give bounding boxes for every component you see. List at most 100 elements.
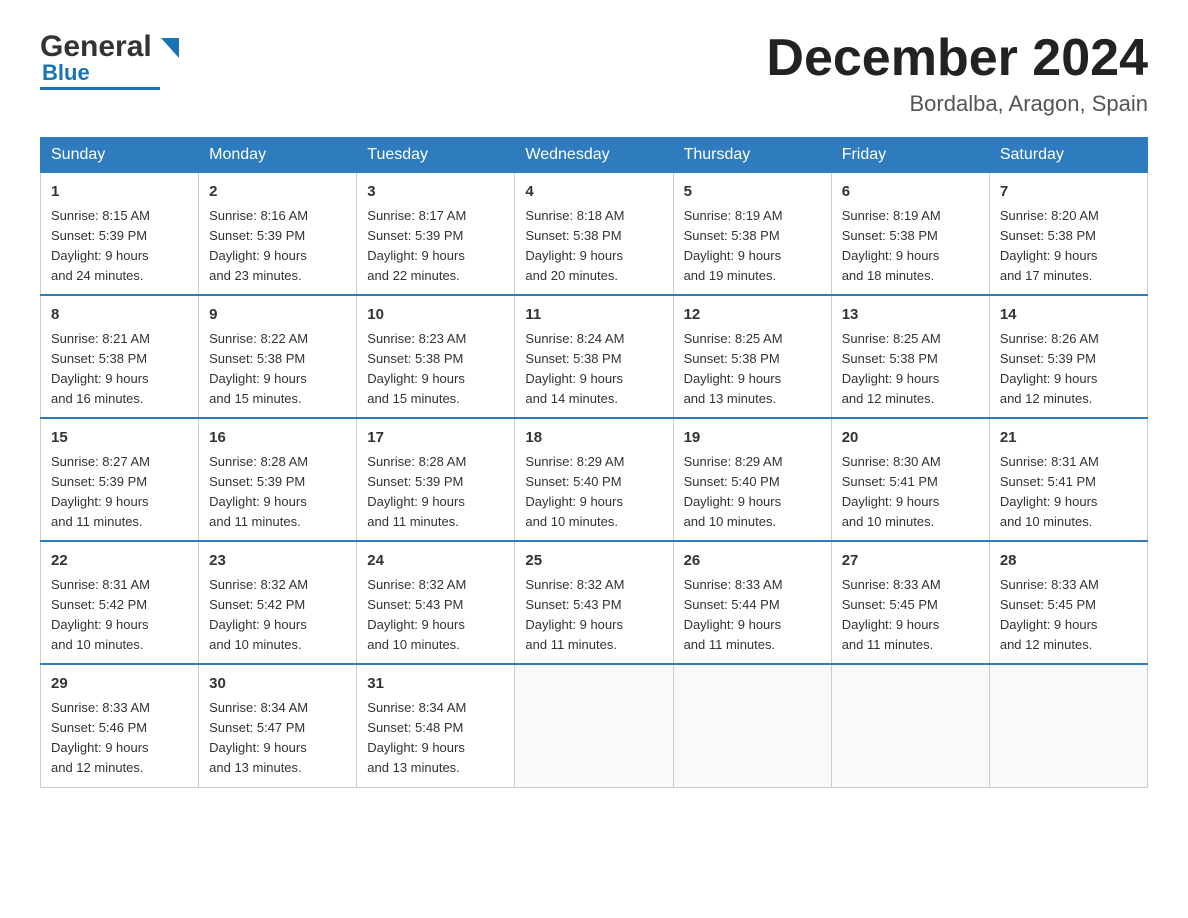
table-row	[515, 664, 673, 787]
logo: General Blue	[40, 30, 179, 90]
header-tuesday: Tuesday	[357, 138, 515, 173]
day-number: 31	[367, 673, 504, 696]
table-row: 28 Sunrise: 8:33 AMSunset: 5:45 PMDaylig…	[989, 541, 1147, 664]
day-number: 10	[367, 304, 504, 327]
table-row: 24 Sunrise: 8:32 AMSunset: 5:43 PMDaylig…	[357, 541, 515, 664]
day-info: Sunrise: 8:28 AMSunset: 5:39 PMDaylight:…	[209, 454, 308, 529]
table-row: 12 Sunrise: 8:25 AMSunset: 5:38 PMDaylig…	[673, 295, 831, 418]
month-title: December 2024	[766, 30, 1148, 87]
location: Bordalba, Aragon, Spain	[766, 91, 1148, 117]
table-row: 25 Sunrise: 8:32 AMSunset: 5:43 PMDaylig…	[515, 541, 673, 664]
calendar-week-row: 15 Sunrise: 8:27 AMSunset: 5:39 PMDaylig…	[41, 418, 1148, 541]
table-row: 26 Sunrise: 8:33 AMSunset: 5:44 PMDaylig…	[673, 541, 831, 664]
table-row	[831, 664, 989, 787]
day-number: 1	[51, 181, 188, 204]
calendar-week-row: 1 Sunrise: 8:15 AMSunset: 5:39 PMDayligh…	[41, 173, 1148, 296]
day-info: Sunrise: 8:23 AMSunset: 5:38 PMDaylight:…	[367, 331, 466, 406]
day-number: 7	[1000, 181, 1137, 204]
day-number: 30	[209, 673, 346, 696]
table-row: 1 Sunrise: 8:15 AMSunset: 5:39 PMDayligh…	[41, 173, 199, 296]
calendar-week-row: 22 Sunrise: 8:31 AMSunset: 5:42 PMDaylig…	[41, 541, 1148, 664]
day-info: Sunrise: 8:17 AMSunset: 5:39 PMDaylight:…	[367, 208, 466, 283]
day-info: Sunrise: 8:29 AMSunset: 5:40 PMDaylight:…	[525, 454, 624, 529]
table-row: 29 Sunrise: 8:33 AMSunset: 5:46 PMDaylig…	[41, 664, 199, 787]
table-row: 17 Sunrise: 8:28 AMSunset: 5:39 PMDaylig…	[357, 418, 515, 541]
table-row: 6 Sunrise: 8:19 AMSunset: 5:38 PMDayligh…	[831, 173, 989, 296]
day-info: Sunrise: 8:19 AMSunset: 5:38 PMDaylight:…	[842, 208, 941, 283]
calendar-header-row: Sunday Monday Tuesday Wednesday Thursday…	[41, 138, 1148, 173]
day-info: Sunrise: 8:30 AMSunset: 5:41 PMDaylight:…	[842, 454, 941, 529]
table-row	[989, 664, 1147, 787]
table-row	[673, 664, 831, 787]
calendar-table: Sunday Monday Tuesday Wednesday Thursday…	[40, 137, 1148, 787]
table-row: 7 Sunrise: 8:20 AMSunset: 5:38 PMDayligh…	[989, 173, 1147, 296]
day-number: 26	[684, 550, 821, 573]
day-info: Sunrise: 8:32 AMSunset: 5:43 PMDaylight:…	[525, 577, 624, 652]
day-info: Sunrise: 8:32 AMSunset: 5:43 PMDaylight:…	[367, 577, 466, 652]
day-number: 21	[1000, 427, 1137, 450]
header-friday: Friday	[831, 138, 989, 173]
day-info: Sunrise: 8:29 AMSunset: 5:40 PMDaylight:…	[684, 454, 783, 529]
table-row: 23 Sunrise: 8:32 AMSunset: 5:42 PMDaylig…	[199, 541, 357, 664]
day-number: 25	[525, 550, 662, 573]
day-info: Sunrise: 8:20 AMSunset: 5:38 PMDaylight:…	[1000, 208, 1099, 283]
logo-triangle-icon	[161, 38, 179, 58]
day-info: Sunrise: 8:32 AMSunset: 5:42 PMDaylight:…	[209, 577, 308, 652]
table-row: 14 Sunrise: 8:26 AMSunset: 5:39 PMDaylig…	[989, 295, 1147, 418]
day-number: 2	[209, 181, 346, 204]
day-number: 5	[684, 181, 821, 204]
logo-underline	[40, 87, 160, 90]
day-info: Sunrise: 8:33 AMSunset: 5:44 PMDaylight:…	[684, 577, 783, 652]
day-info: Sunrise: 8:25 AMSunset: 5:38 PMDaylight:…	[842, 331, 941, 406]
day-number: 19	[684, 427, 821, 450]
table-row: 18 Sunrise: 8:29 AMSunset: 5:40 PMDaylig…	[515, 418, 673, 541]
day-info: Sunrise: 8:27 AMSunset: 5:39 PMDaylight:…	[51, 454, 150, 529]
calendar-week-row: 8 Sunrise: 8:21 AMSunset: 5:38 PMDayligh…	[41, 295, 1148, 418]
table-row: 11 Sunrise: 8:24 AMSunset: 5:38 PMDaylig…	[515, 295, 673, 418]
day-info: Sunrise: 8:33 AMSunset: 5:46 PMDaylight:…	[51, 700, 150, 775]
day-info: Sunrise: 8:16 AMSunset: 5:39 PMDaylight:…	[209, 208, 308, 283]
day-number: 4	[525, 181, 662, 204]
table-row: 3 Sunrise: 8:17 AMSunset: 5:39 PMDayligh…	[357, 173, 515, 296]
day-info: Sunrise: 8:15 AMSunset: 5:39 PMDaylight:…	[51, 208, 150, 283]
table-row: 13 Sunrise: 8:25 AMSunset: 5:38 PMDaylig…	[831, 295, 989, 418]
day-number: 12	[684, 304, 821, 327]
calendar-week-row: 29 Sunrise: 8:33 AMSunset: 5:46 PMDaylig…	[41, 664, 1148, 787]
logo-text: General	[40, 30, 179, 64]
day-number: 13	[842, 304, 979, 327]
day-info: Sunrise: 8:26 AMSunset: 5:39 PMDaylight:…	[1000, 331, 1099, 406]
table-row: 31 Sunrise: 8:34 AMSunset: 5:48 PMDaylig…	[357, 664, 515, 787]
day-number: 28	[1000, 550, 1137, 573]
day-info: Sunrise: 8:22 AMSunset: 5:38 PMDaylight:…	[209, 331, 308, 406]
table-row: 9 Sunrise: 8:22 AMSunset: 5:38 PMDayligh…	[199, 295, 357, 418]
header-thursday: Thursday	[673, 138, 831, 173]
day-info: Sunrise: 8:34 AMSunset: 5:47 PMDaylight:…	[209, 700, 308, 775]
day-number: 22	[51, 550, 188, 573]
day-number: 27	[842, 550, 979, 573]
table-row: 21 Sunrise: 8:31 AMSunset: 5:41 PMDaylig…	[989, 418, 1147, 541]
page-header: General Blue December 2024 Bordalba, Ara…	[40, 30, 1148, 117]
table-row: 19 Sunrise: 8:29 AMSunset: 5:40 PMDaylig…	[673, 418, 831, 541]
table-row: 16 Sunrise: 8:28 AMSunset: 5:39 PMDaylig…	[199, 418, 357, 541]
day-number: 11	[525, 304, 662, 327]
table-row: 22 Sunrise: 8:31 AMSunset: 5:42 PMDaylig…	[41, 541, 199, 664]
table-row: 4 Sunrise: 8:18 AMSunset: 5:38 PMDayligh…	[515, 173, 673, 296]
day-info: Sunrise: 8:33 AMSunset: 5:45 PMDaylight:…	[842, 577, 941, 652]
header-wednesday: Wednesday	[515, 138, 673, 173]
table-row: 8 Sunrise: 8:21 AMSunset: 5:38 PMDayligh…	[41, 295, 199, 418]
day-number: 14	[1000, 304, 1137, 327]
table-row: 27 Sunrise: 8:33 AMSunset: 5:45 PMDaylig…	[831, 541, 989, 664]
day-info: Sunrise: 8:24 AMSunset: 5:38 PMDaylight:…	[525, 331, 624, 406]
day-info: Sunrise: 8:19 AMSunset: 5:38 PMDaylight:…	[684, 208, 783, 283]
title-area: December 2024 Bordalba, Aragon, Spain	[766, 30, 1148, 117]
day-number: 6	[842, 181, 979, 204]
day-number: 15	[51, 427, 188, 450]
day-number: 20	[842, 427, 979, 450]
day-number: 23	[209, 550, 346, 573]
day-info: Sunrise: 8:28 AMSunset: 5:39 PMDaylight:…	[367, 454, 466, 529]
table-row: 5 Sunrise: 8:19 AMSunset: 5:38 PMDayligh…	[673, 173, 831, 296]
day-info: Sunrise: 8:21 AMSunset: 5:38 PMDaylight:…	[51, 331, 150, 406]
day-info: Sunrise: 8:31 AMSunset: 5:41 PMDaylight:…	[1000, 454, 1099, 529]
day-number: 17	[367, 427, 504, 450]
table-row: 15 Sunrise: 8:27 AMSunset: 5:39 PMDaylig…	[41, 418, 199, 541]
